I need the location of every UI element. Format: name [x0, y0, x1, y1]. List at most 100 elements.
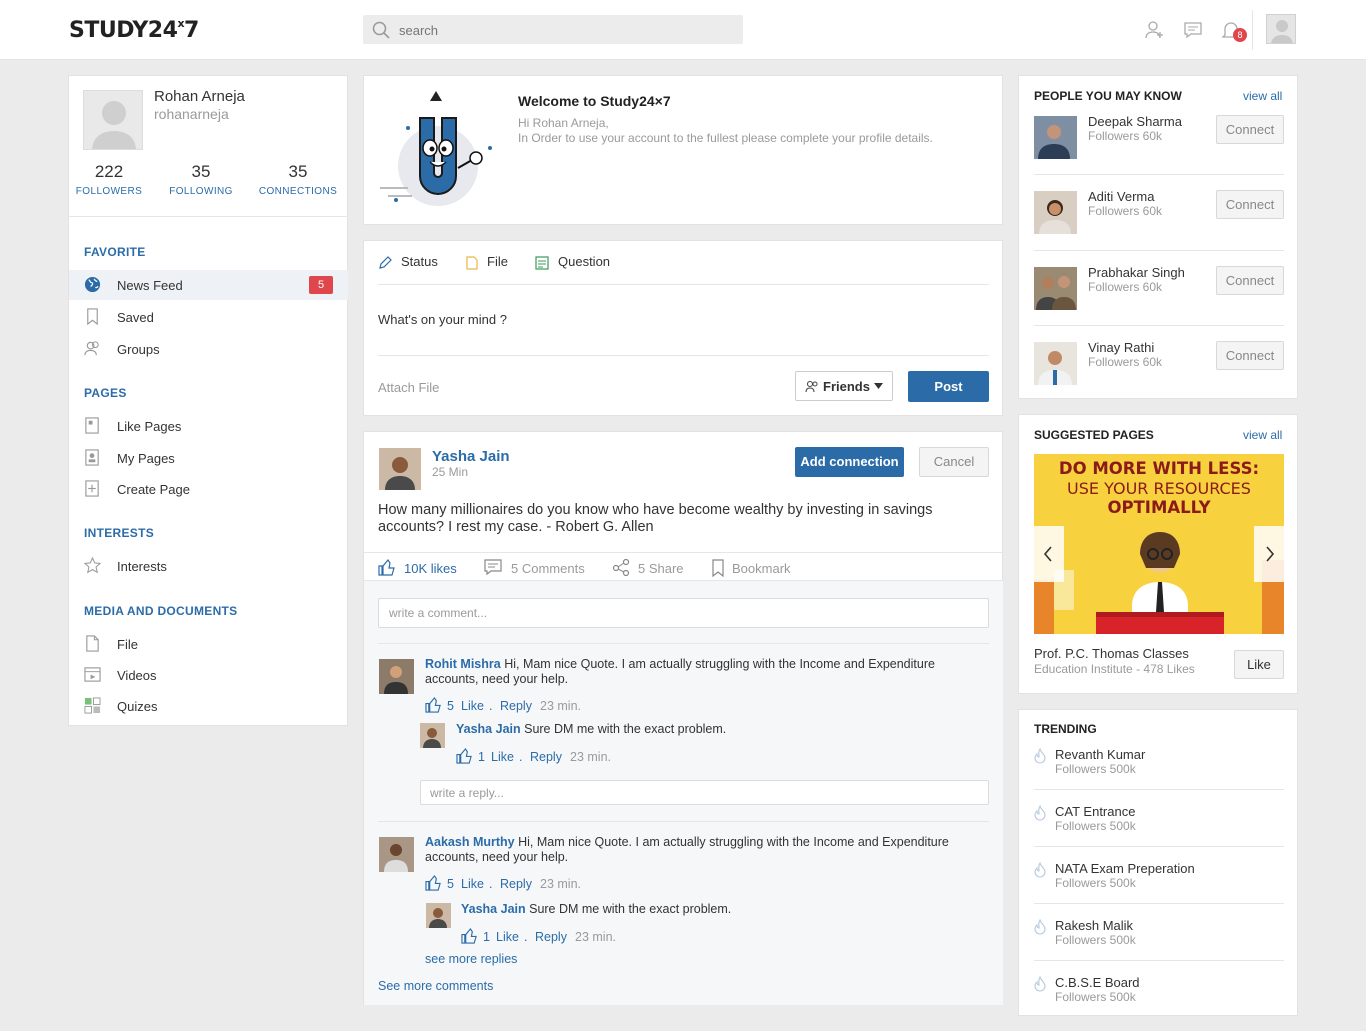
user-avatar[interactable]	[1266, 14, 1296, 44]
reply-input[interactable]: write a reply...	[420, 780, 989, 805]
person-name[interactable]: Vinay Rathi	[1088, 340, 1154, 355]
separator-dot: .	[519, 750, 523, 764]
comment-text-line2: accounts, need your help.	[425, 850, 569, 864]
person-item: Deepak Sharma Followers 60k Connect	[1034, 114, 1284, 174]
person-name[interactable]: Aditi Verma	[1088, 189, 1154, 204]
thumbs-up-icon[interactable]	[461, 928, 478, 944]
reply-like-link[interactable]: Like	[491, 750, 514, 764]
post-button[interactable]: Post	[908, 371, 989, 402]
connect-button[interactable]: Connect	[1216, 266, 1284, 295]
file-icon	[86, 635, 99, 652]
status-input[interactable]: What's on your mind ?	[378, 312, 507, 327]
comment-avatar[interactable]	[379, 659, 414, 694]
thumbs-up-icon[interactable]	[425, 697, 442, 713]
profile-avatar[interactable]	[83, 90, 143, 150]
sidebar-item-create-page[interactable]: Create Page	[69, 474, 348, 504]
people-heading: PEOPLE YOU MAY KNOW	[1034, 89, 1182, 103]
reply-author[interactable]: Yasha Jain	[461, 902, 526, 916]
sidebar-item-my-pages[interactable]: My Pages	[69, 443, 348, 473]
comment-time: 23 min.	[540, 699, 581, 713]
trending-item[interactable]: C.B.S.E Board Followers 500k	[1034, 974, 1284, 1031]
sidebar-item-file[interactable]: File	[69, 629, 348, 659]
like-page-button[interactable]: Like	[1234, 650, 1284, 679]
suggested-page-banner[interactable]: DO MORE WITH LESS: USE YOUR RESOURCES OP…	[1034, 454, 1284, 634]
profile-name[interactable]: Rohan Arneja	[154, 88, 245, 105]
reply-author[interactable]: Yasha Jain	[456, 722, 521, 736]
see-more-comments-link[interactable]: See more comments	[378, 979, 493, 993]
attach-file-link[interactable]: Attach File	[378, 380, 439, 395]
person-avatar[interactable]	[1034, 342, 1077, 385]
search-box[interactable]	[363, 15, 743, 44]
sidebar-item-groups[interactable]: Groups	[69, 334, 348, 364]
sidebar-item-news-feed[interactable]: News Feed 5	[69, 270, 348, 300]
logo[interactable]: STUDY24x7	[69, 17, 199, 43]
search-input[interactable]	[399, 20, 729, 40]
messages-icon[interactable]	[1183, 20, 1203, 40]
sidebar-item-saved[interactable]: Saved	[69, 302, 348, 332]
audience-dropdown[interactable]: Friends	[795, 371, 893, 401]
reply-reply-link[interactable]: Reply	[530, 750, 562, 764]
trending-item[interactable]: Rakesh Malik Followers 500k	[1034, 917, 1284, 974]
add-connection-button[interactable]: Add connection	[795, 447, 904, 477]
suggested-page-name[interactable]: Prof. P.C. Thomas Classes	[1034, 646, 1189, 661]
person-avatar[interactable]	[1034, 116, 1077, 159]
sidebar-item-quizes[interactable]: Quizes	[69, 691, 348, 721]
add-friend-icon[interactable]	[1144, 20, 1164, 40]
followers-count: 222	[94, 162, 124, 181]
thumbs-up-icon[interactable]	[425, 875, 442, 891]
comment-like-link[interactable]: Like	[461, 877, 484, 891]
followers-label: FOLLOWERS	[75, 186, 143, 197]
trending-followers: Followers 500k	[1055, 876, 1136, 890]
following-stat[interactable]: 35 FOLLOWING	[161, 162, 241, 197]
trending-name: Revanth Kumar	[1055, 747, 1146, 762]
sidebar-item-videos[interactable]: Videos	[69, 660, 348, 690]
sidebar-item-interests[interactable]: Interests	[69, 551, 348, 581]
post-time: 25 Min	[432, 465, 469, 479]
reply-reply-link[interactable]: Reply	[535, 930, 567, 944]
comment-author[interactable]: Rohit Mishra	[425, 657, 501, 671]
person-avatar[interactable]	[1034, 267, 1077, 310]
suggested-view-all-link[interactable]: view all	[1243, 428, 1282, 442]
reply-like-link[interactable]: Like	[496, 930, 519, 944]
person-name[interactable]: Deepak Sharma	[1088, 114, 1182, 129]
trending-item[interactable]: Revanth Kumar Followers 500k	[1034, 746, 1284, 803]
sidebar-item-label: File	[117, 637, 138, 652]
trending-item[interactable]: CAT Entrance Followers 500k	[1034, 803, 1284, 860]
banner-prev-button[interactable]	[1034, 526, 1064, 582]
trending-item[interactable]: NATA Exam Preperation Followers 500k	[1034, 860, 1284, 917]
comment-author[interactable]: Aakash Murthy	[425, 835, 515, 849]
suggested-pages-card: SUGGESTED PAGES view all DO MORE WITH LE…	[1018, 414, 1298, 694]
banner-next-button[interactable]	[1254, 526, 1284, 582]
comment-like-link[interactable]: Like	[461, 699, 484, 713]
reply-body: Yasha Jain Sure DM me with the exact pro…	[456, 722, 726, 736]
sidebar-item-label: Groups	[117, 342, 160, 357]
thumbs-up-icon[interactable]	[456, 748, 473, 764]
divider	[1034, 174, 1284, 175]
flame-icon	[1034, 805, 1046, 821]
comment-reply-link[interactable]: Reply	[500, 877, 532, 891]
person-name[interactable]: Prabhakar Singh	[1088, 265, 1185, 280]
post-author-avatar[interactable]	[379, 448, 421, 490]
comment-placeholder: write a comment...	[389, 606, 488, 620]
divider	[1252, 10, 1253, 50]
comment-input[interactable]: write a comment...	[378, 598, 989, 628]
people-view-all-link[interactable]: view all	[1243, 89, 1282, 103]
cancel-button[interactable]: Cancel	[919, 447, 989, 477]
see-more-replies-link[interactable]: see more replies	[425, 952, 517, 966]
comment-avatar[interactable]	[379, 837, 414, 872]
connect-button[interactable]: Connect	[1216, 341, 1284, 370]
sidebar-item-label: Interests	[117, 559, 167, 574]
connect-button[interactable]: Connect	[1216, 115, 1284, 144]
reply-avatar[interactable]	[420, 723, 445, 748]
reply-avatar[interactable]	[426, 903, 451, 928]
connections-stat[interactable]: 35 CONNECTIONS	[258, 162, 338, 197]
mascot-illustration	[380, 91, 492, 206]
post-author-name[interactable]: Yasha Jain	[432, 448, 510, 465]
comment-reply-link[interactable]: Reply	[500, 699, 532, 713]
comment-body: Aakash Murthy Hi, Mam nice Quote. I am a…	[425, 835, 995, 865]
person-avatar[interactable]	[1034, 191, 1077, 234]
connect-button[interactable]: Connect	[1216, 190, 1284, 219]
comment-time: 23 min.	[540, 877, 581, 891]
followers-stat[interactable]: 222 FOLLOWERS	[69, 162, 149, 197]
sidebar-item-like-pages[interactable]: Like Pages	[69, 411, 348, 441]
